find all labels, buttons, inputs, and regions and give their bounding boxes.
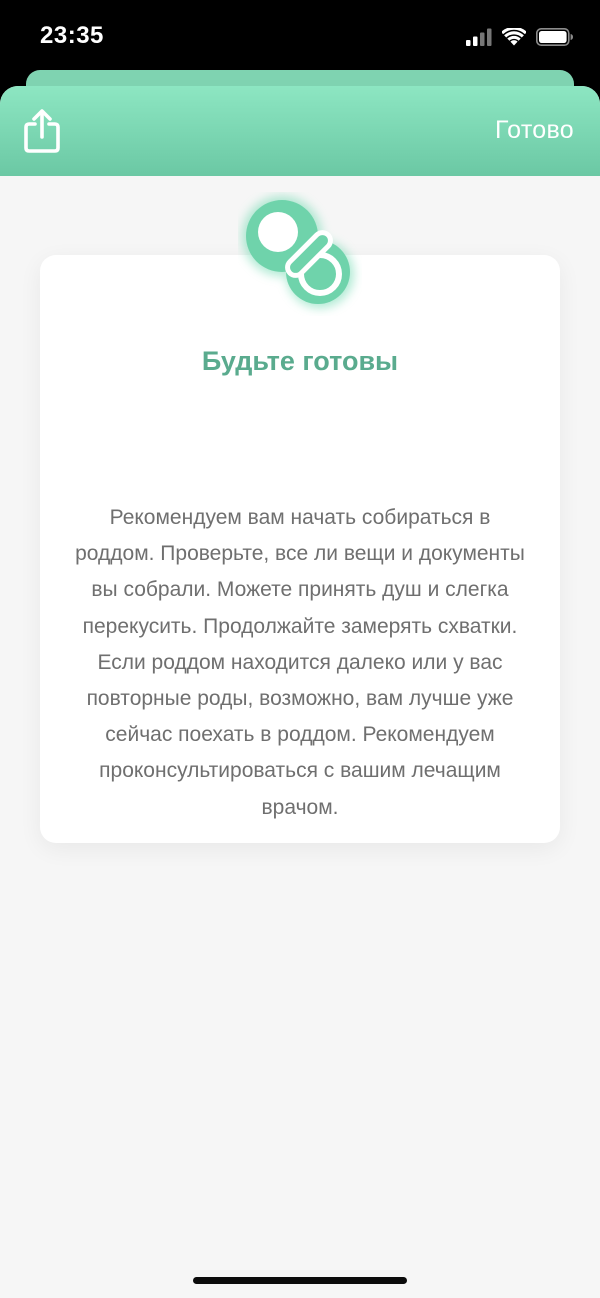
card-text: Рекомендуем вам начать собираться в родд…: [75, 506, 525, 819]
status-icons: [466, 26, 574, 48]
status-time: 23:35: [40, 22, 104, 49]
wifi-icon: [502, 28, 526, 46]
done-button[interactable]: Готово: [495, 116, 574, 145]
home-indicator[interactable]: [193, 1277, 407, 1284]
signal-icon: [466, 28, 492, 46]
card-title: Будьте готовы: [201, 346, 399, 376]
share-button[interactable]: [22, 108, 62, 154]
sheet-header: Готово: [0, 86, 600, 176]
status-bar: 23:35: [0, 0, 600, 72]
share-icon: [24, 109, 60, 153]
pacifier-icon: [242, 196, 354, 308]
battery-icon: [536, 28, 573, 46]
